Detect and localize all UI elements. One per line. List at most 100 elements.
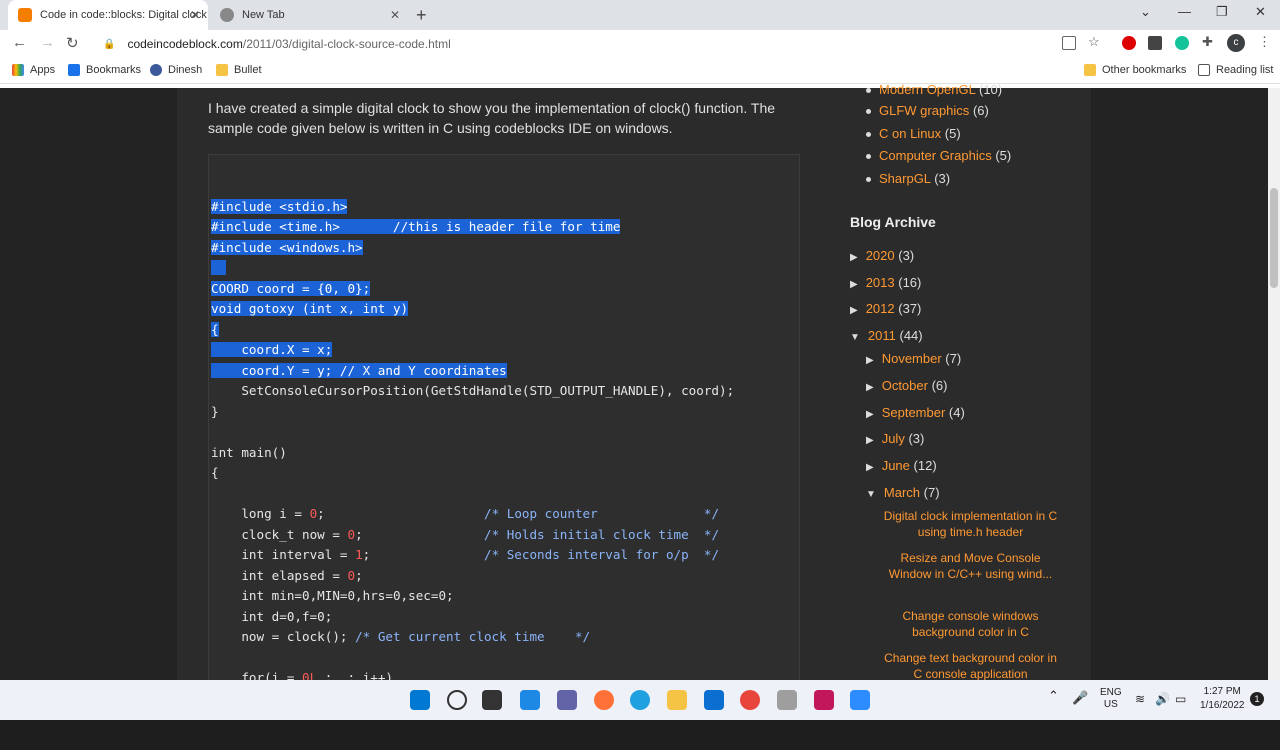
category-item[interactable]: C on Linux (5)	[866, 126, 961, 141]
teams-icon[interactable]	[557, 690, 577, 710]
archive-year[interactable]: ▶ 2012 (37)	[850, 301, 921, 316]
category-item[interactable]: Computer Graphics (5)	[866, 148, 1011, 163]
chevron-up-icon[interactable]: ⌃	[1048, 688, 1059, 704]
month-link[interactable]: March	[884, 485, 920, 500]
month-link[interactable]: November	[882, 351, 942, 366]
other-bookmarks[interactable]: Other bookmarks	[1084, 64, 1186, 76]
avatar[interactable]: c	[1227, 34, 1245, 52]
zoom-icon[interactable]	[850, 690, 870, 710]
notification-badge[interactable]: 1	[1250, 692, 1264, 706]
minimize-button[interactable]: —	[1178, 4, 1191, 19]
year-link[interactable]: 2012	[866, 301, 895, 316]
wifi-icon[interactable]: ≋	[1135, 692, 1145, 706]
code-block[interactable]: #include <stdio.h> #include <time.h> //th…	[208, 154, 800, 706]
code-number: 0	[347, 526, 356, 542]
year-count: (16)	[898, 275, 922, 290]
post-link[interactable]: Change console windows background color …	[883, 608, 1058, 640]
triangle-right-icon[interactable]: ▶	[866, 382, 874, 393]
app-icon[interactable]	[777, 690, 797, 710]
month-link[interactable]: September	[882, 405, 946, 420]
scrollbar[interactable]	[1268, 88, 1280, 680]
triangle-right-icon[interactable]: ▶	[850, 252, 858, 263]
windows-start-icon[interactable]	[410, 690, 430, 710]
year-link[interactable]: 2013	[866, 275, 895, 290]
post-link[interactable]: Digital clock implementation in C using …	[883, 508, 1058, 540]
chrome-icon[interactable]	[740, 690, 760, 710]
puzzle-icon[interactable]: ✚	[1202, 34, 1213, 50]
triangle-right-icon[interactable]: ▶	[866, 435, 874, 446]
share-icon[interactable]	[1062, 36, 1076, 50]
volume-icon[interactable]: 🔊	[1155, 692, 1170, 706]
triangle-right-icon[interactable]: ▶	[850, 305, 858, 316]
opera-extension-icon[interactable]	[1122, 36, 1136, 50]
close-window-button[interactable]: ✕	[1255, 4, 1266, 20]
post-link[interactable]: Resize and Move Console Window in C/C++ …	[883, 550, 1058, 582]
triangle-down-icon[interactable]: ▼	[850, 332, 860, 343]
triangle-right-icon[interactable]: ▶	[866, 462, 874, 473]
category-item[interactable]: Modern OpenGL (10)	[866, 82, 1002, 97]
tab-active[interactable]: Code in code::blocks: Digital clock ✕	[8, 0, 208, 30]
category-link[interactable]: SharpGL	[879, 171, 931, 186]
category-item[interactable]: GLFW graphics (6)	[866, 103, 989, 118]
close-icon[interactable]: ✕	[390, 8, 400, 22]
reload-button[interactable]: ↻	[66, 34, 79, 52]
edge-icon[interactable]	[630, 690, 650, 710]
file-explorer-icon[interactable]	[667, 690, 687, 710]
back-button[interactable]: ←	[12, 34, 27, 51]
widgets-icon[interactable]	[520, 690, 540, 710]
star-icon[interactable]: ☆	[1088, 34, 1100, 50]
year-link[interactable]: 2020	[866, 248, 895, 263]
archive-year[interactable]: ▶ 2020 (3)	[850, 248, 914, 263]
task-view-icon[interactable]	[482, 690, 502, 710]
winrar-icon[interactable]	[814, 690, 834, 710]
system-clock[interactable]: 1:27 PM 1/16/2022	[1200, 685, 1245, 713]
month-link[interactable]: July	[882, 431, 905, 446]
language-indicator[interactable]: ENG US	[1100, 687, 1122, 711]
chevron-down-icon[interactable]: ⌄	[1140, 4, 1151, 20]
scrollbar-thumb[interactable]	[1270, 188, 1278, 288]
bookmark-apps[interactable]: Apps	[12, 64, 55, 76]
mail-icon[interactable]	[704, 690, 724, 710]
archive-month[interactable]: ▶ July (3)	[866, 431, 924, 446]
archive-month[interactable]: ▶ September (4)	[866, 405, 965, 420]
bookmark-dinesh[interactable]: Dinesh	[150, 64, 202, 76]
month-link[interactable]: June	[882, 458, 910, 473]
category-link[interactable]: Computer Graphics	[879, 148, 992, 163]
microphone-icon[interactable]: 🎤	[1072, 690, 1088, 706]
category-count: (3)	[934, 171, 951, 186]
address-bar[interactable]: 🔒 codeincodeblock.com/2011/03/digital-cl…	[95, 32, 1115, 56]
tab-new[interactable]: New Tab ✕	[208, 0, 408, 30]
archive-month[interactable]: ▶ June (12)	[866, 458, 937, 473]
battery-icon[interactable]: ▭	[1175, 692, 1186, 706]
reading-list[interactable]: Reading list	[1198, 64, 1273, 76]
archive-month[interactable]: ▶ November (7)	[866, 351, 961, 366]
archive-year[interactable]: ▶ 2013 (16)	[850, 275, 921, 290]
post-link[interactable]: Change text background color in C consol…	[883, 650, 1058, 682]
grammarly-icon[interactable]	[1175, 36, 1189, 50]
category-link[interactable]: C on Linux	[879, 126, 941, 141]
restore-button[interactable]: ❐	[1216, 4, 1228, 20]
code-text-selected: #include <time.h>	[211, 219, 340, 234]
category-link[interactable]: GLFW graphics	[879, 103, 969, 118]
archive-month[interactable]: ▼ March (7)	[866, 485, 940, 500]
code-text[interactable]: #include <stdio.h> #include <time.h> //th…	[211, 176, 734, 750]
extension-icon[interactable]	[1148, 36, 1162, 50]
new-tab-button[interactable]: +	[416, 5, 427, 26]
firefox-icon[interactable]	[594, 690, 614, 710]
forward-button[interactable]: →	[40, 34, 55, 51]
archive-month[interactable]: ▶ October (6)	[866, 378, 947, 393]
close-icon[interactable]: ✕	[190, 8, 200, 22]
triangle-right-icon[interactable]: ▶	[850, 279, 858, 290]
category-link[interactable]: Modern OpenGL	[879, 82, 975, 97]
triangle-right-icon[interactable]: ▶	[866, 355, 874, 366]
triangle-right-icon[interactable]: ▶	[866, 409, 874, 420]
year-link[interactable]: 2011	[868, 328, 896, 343]
bookmark-bookmarks[interactable]: Bookmarks	[68, 64, 141, 76]
bookmark-bullet[interactable]: Bullet	[216, 64, 262, 76]
month-link[interactable]: October	[882, 378, 928, 393]
menu-icon[interactable]: ⋮	[1258, 34, 1271, 50]
search-icon[interactable]	[447, 690, 467, 710]
triangle-down-icon[interactable]: ▼	[866, 489, 876, 500]
category-item[interactable]: SharpGL (3)	[866, 171, 950, 186]
archive-year[interactable]: ▼ 2011 (44)	[850, 328, 923, 343]
